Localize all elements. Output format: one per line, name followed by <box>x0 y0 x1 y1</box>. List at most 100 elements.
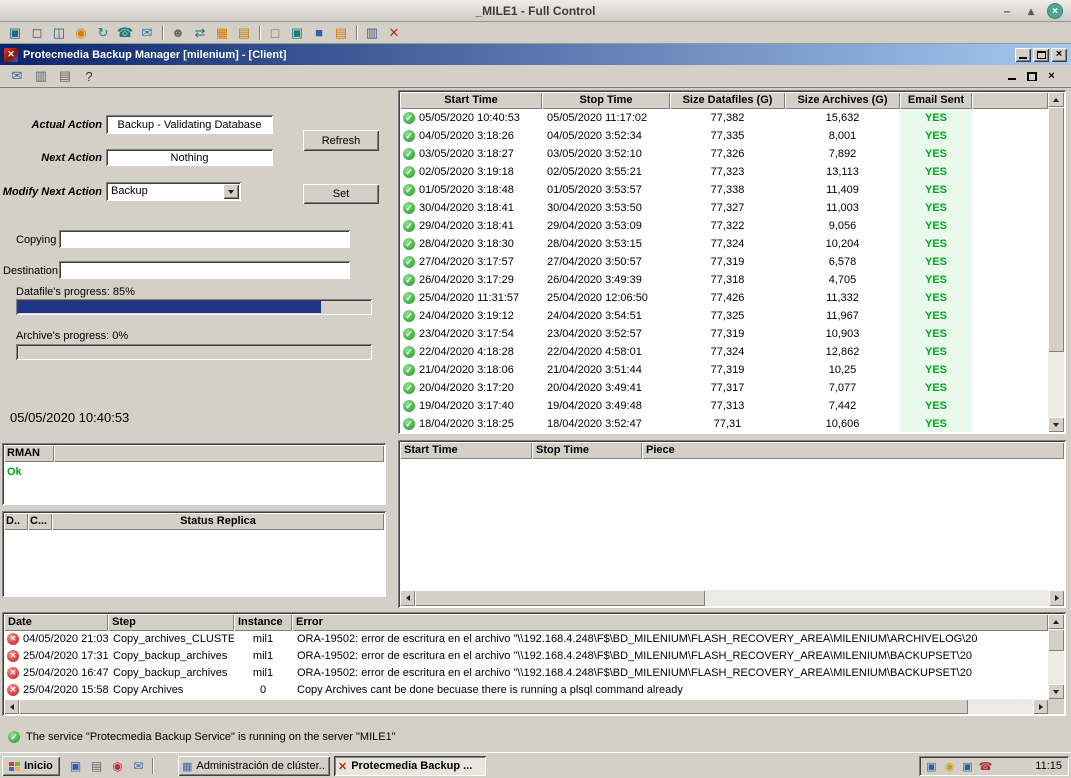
backup-row[interactable]: 01/05/2020 3:18:48 01/05/2020 3:53:57 77… <box>400 181 1048 199</box>
backup-row[interactable]: 30/04/2020 3:18:41 30/04/2020 3:53:50 77… <box>400 199 1048 217</box>
scroll-up-button[interactable] <box>1048 92 1064 107</box>
piece-table-hscrollbar[interactable] <box>400 590 1064 606</box>
error-table-hscrollbar[interactable] <box>4 699 1048 714</box>
quicklaunch-media-icon[interactable]: ◉ <box>108 757 127 775</box>
screen-blue-icon[interactable]: ■ <box>308 23 330 42</box>
start-button[interactable]: Inicio <box>2 756 60 776</box>
scroll-thumb[interactable] <box>19 699 968 714</box>
delete-icon[interactable]: ▥ <box>30 66 52 86</box>
rman-column-header[interactable]: RMAN <box>4 445 54 462</box>
quicklaunch-mail-icon[interactable]: ✉ <box>129 757 148 775</box>
settings-icon[interactable]: ✕ <box>383 23 405 42</box>
remote-titlebar[interactable]: _MILE1 - Full Control – ▴ × <box>0 0 1071 22</box>
scroll-thumb[interactable] <box>415 590 705 606</box>
app-titlebar[interactable]: ✕ Protecmedia Backup Manager [milenium] … <box>0 44 1071 65</box>
task-button-cluster-admin[interactable]: ▦ Administración de clúster... <box>178 756 330 776</box>
scroll-thumb[interactable] <box>1048 629 1064 651</box>
error-row[interactable]: 25/04/2020 15:58:39 Copy Archives 0 Copy… <box>4 682 1048 699</box>
backup-row[interactable]: 28/04/2020 3:18:30 28/04/2020 3:53:15 77… <box>400 235 1048 253</box>
replica-col-d[interactable]: D.. <box>4 513 28 530</box>
backup-row[interactable]: 29/04/2020 3:18:41 29/04/2020 3:53:09 77… <box>400 217 1048 235</box>
tray-display-icon[interactable]: ▣ <box>960 759 975 774</box>
replica-col-c[interactable]: C... <box>28 513 52 530</box>
replica-col-status[interactable]: Status Replica <box>52 513 384 530</box>
backup-table-scrollbar[interactable] <box>1048 92 1064 432</box>
backup-row[interactable]: 03/05/2020 3:18:27 03/05/2020 3:52:10 77… <box>400 145 1048 163</box>
tray-agent-icon[interactable]: ☎ <box>978 759 993 774</box>
user-access-icon[interactable]: ☻ <box>167 23 189 42</box>
app-maximize-button[interactable] <box>1033 48 1049 62</box>
backup-row[interactable]: 02/05/2020 3:19:18 02/05/2020 3:55:21 77… <box>400 163 1048 181</box>
fullscreen-icon[interactable]: ▣ <box>4 23 26 42</box>
backup-col-stop-time[interactable]: Stop Time <box>542 92 670 109</box>
modify-next-action-select[interactable]: Backup <box>106 182 241 201</box>
actual-action-field[interactable]: Backup - Validating Database <box>106 115 273 134</box>
scroll-left-button[interactable] <box>4 699 19 714</box>
clipboard-icon[interactable]: ▥ <box>361 23 383 42</box>
tray-volume-icon[interactable]: ◉ <box>942 759 957 774</box>
backup-row[interactable]: 27/04/2020 3:17:57 27/04/2020 3:50:57 77… <box>400 253 1048 271</box>
call-icon[interactable]: ☎ <box>114 23 136 42</box>
backup-col-size-datafiles[interactable]: Size Datafiles (G) <box>670 92 785 109</box>
dropdown-arrow-icon[interactable] <box>223 184 239 199</box>
backup-row[interactable]: 26/04/2020 3:17:29 26/04/2020 3:49:39 77… <box>400 271 1048 289</box>
error-col-step[interactable]: Step <box>108 614 234 631</box>
send-screen-icon[interactable]: ◫ <box>48 23 70 42</box>
backup-row[interactable]: 23/04/2020 3:17:54 23/04/2020 3:52:57 77… <box>400 325 1048 343</box>
mdi-close-button[interactable]: × <box>1044 70 1059 83</box>
piece-col-piece[interactable]: Piece <box>642 442 1064 459</box>
refresh-button[interactable]: Refresh <box>303 130 379 151</box>
backup-col-start-time[interactable]: Start Time <box>400 92 542 109</box>
window-blank-icon[interactable]: ◻ <box>264 23 286 42</box>
window-mode-icon[interactable]: ◻ <box>26 23 48 42</box>
backup-row[interactable]: 19/04/2020 3:17:40 19/04/2020 3:49:48 77… <box>400 397 1048 415</box>
window-active-icon[interactable]: ▣ <box>286 23 308 42</box>
scroll-thumb[interactable] <box>1048 107 1064 352</box>
chat-icon[interactable]: ✉ <box>136 23 158 42</box>
backup-row[interactable]: 25/04/2020 11:31:57 25/04/2020 12:06:50 … <box>400 289 1048 307</box>
error-table-vscrollbar[interactable] <box>1048 614 1064 699</box>
backup-row[interactable]: 20/04/2020 3:17:20 20/04/2020 3:49:41 77… <box>400 379 1048 397</box>
error-col-instance[interactable]: Instance <box>234 614 292 631</box>
send-mail-icon[interactable]: ✉ <box>6 66 28 86</box>
error-row[interactable]: 25/04/2020 16:47:24 Copy_backup_archives… <box>4 665 1048 682</box>
quicklaunch-explorer-icon[interactable]: ▤ <box>87 757 106 775</box>
scroll-down-button[interactable] <box>1048 417 1064 432</box>
piece-col-stop-time[interactable]: Stop Time <box>532 442 642 459</box>
backup-row[interactable]: 05/05/2020 10:40:53 05/05/2020 11:17:02 … <box>400 109 1048 127</box>
backup-row[interactable]: 21/04/2020 3:18:06 21/04/2020 3:51:44 77… <box>400 361 1048 379</box>
backup-col-email-sent[interactable]: Email Sent <box>900 92 972 109</box>
task-button-protecmedia-backup[interactable]: ✕ Protecmedia Backup ... <box>334 756 486 776</box>
tray-network-icon[interactable]: ▣ <box>924 759 939 774</box>
copying-field[interactable] <box>59 230 350 248</box>
refresh-icon[interactable]: ↻ <box>92 23 114 42</box>
remote-close-button[interactable]: × <box>1047 3 1063 19</box>
file-transfer-icon[interactable]: ▦ <box>211 23 233 42</box>
scroll-right-button[interactable] <box>1033 699 1048 714</box>
scroll-down-button[interactable] <box>1048 684 1064 699</box>
folder-sync-icon[interactable]: ▤ <box>233 23 255 42</box>
error-col-date[interactable]: Date <box>4 614 108 631</box>
quicklaunch-desktop-icon[interactable]: ▣ <box>66 757 85 775</box>
print-icon[interactable]: ▤ <box>54 66 76 86</box>
remote-minimize-button[interactable]: – <box>999 3 1015 19</box>
error-row[interactable]: 25/04/2020 17:31:10 Copy_backup_archives… <box>4 648 1048 665</box>
app-close-button[interactable]: × <box>1051 48 1067 62</box>
backup-col-size-archives[interactable]: Size Archives (G) <box>785 92 900 109</box>
help-icon[interactable]: ? <box>78 66 100 86</box>
error-row[interactable]: 04/05/2020 21:03:57 Copy_archives_CLUSTE… <box>4 631 1048 648</box>
link-icon[interactable]: ⇄ <box>189 23 211 42</box>
set-button[interactable]: Set <box>303 184 379 204</box>
backup-row[interactable]: 22/04/2020 4:18:28 22/04/2020 4:58:01 77… <box>400 343 1048 361</box>
backup-row[interactable]: 18/04/2020 3:18:25 18/04/2020 3:52:47 77… <box>400 415 1048 432</box>
scroll-up-button[interactable] <box>1048 614 1064 629</box>
backup-row[interactable]: 24/04/2020 3:19:12 24/04/2020 3:54:51 77… <box>400 307 1048 325</box>
next-action-field[interactable]: Nothing <box>106 149 273 166</box>
scroll-right-button[interactable] <box>1049 590 1064 606</box>
ctrl-alt-del-icon[interactable]: ◉ <box>70 23 92 42</box>
scroll-left-button[interactable] <box>400 590 415 606</box>
app-minimize-button[interactable] <box>1015 48 1031 62</box>
error-col-error[interactable]: Error <box>292 614 1048 631</box>
piece-col-start-time[interactable]: Start Time <box>400 442 532 459</box>
remote-restore-button[interactable]: ▴ <box>1023 3 1039 19</box>
